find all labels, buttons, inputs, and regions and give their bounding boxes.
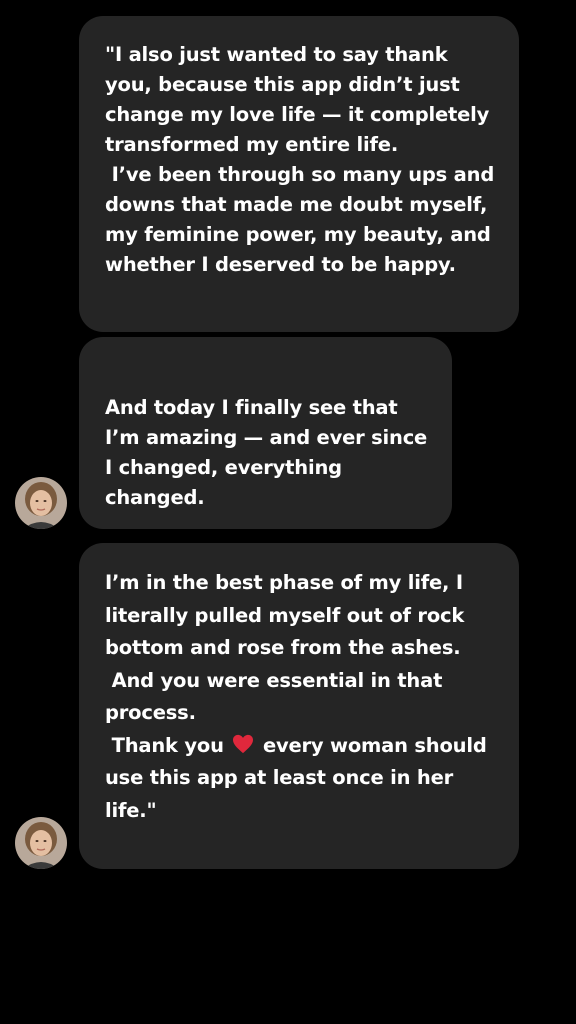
- message-bubble-1: "I also just wanted to say thank you, be…: [79, 16, 519, 332]
- message-bubble-3: I’m in the best phase of my life, I lite…: [79, 543, 519, 869]
- sender-avatar[interactable]: [15, 477, 67, 529]
- sender-avatar[interactable]: [15, 817, 67, 869]
- user-avatar-icon: [15, 817, 67, 869]
- red-heart-icon: [232, 734, 254, 754]
- message-text-3: I’m in the best phase of my life, I lite…: [105, 567, 499, 827]
- message-text-2: And today I finally see that I’m amazing…: [105, 396, 434, 509]
- message-text-3-part-1: I’m in the best phase of my life, I lite…: [105, 571, 465, 757]
- message-bubble-2: And today I finally see that I’m amazing…: [79, 337, 452, 529]
- user-avatar-icon: [15, 477, 67, 529]
- message-text-1: "I also just wanted to say thank you, be…: [105, 43, 495, 276]
